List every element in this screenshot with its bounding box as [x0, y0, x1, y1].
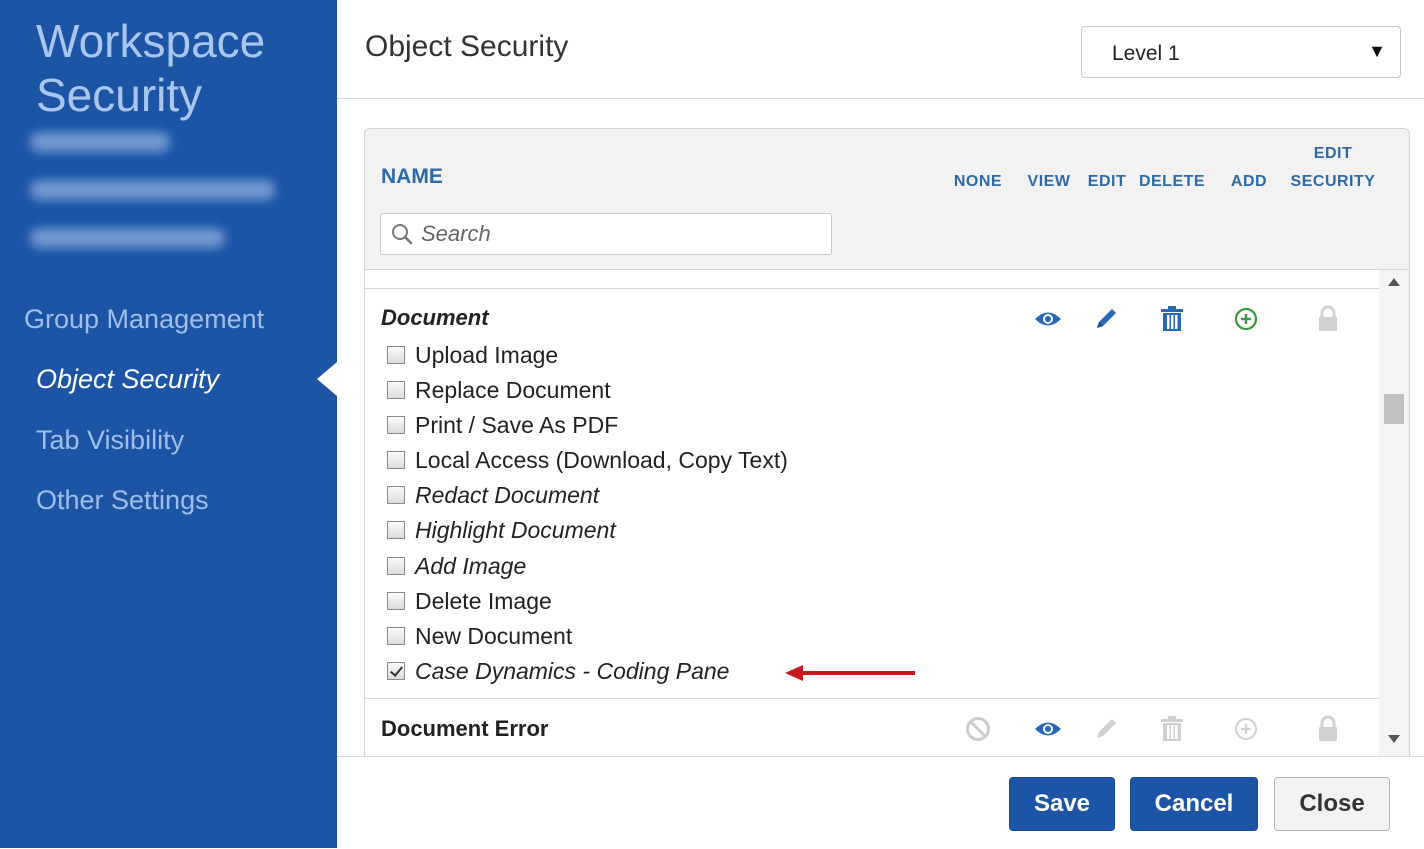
view-icon[interactable] — [1033, 714, 1063, 744]
permission-local-access[interactable]: Local Access (Download, Copy Text) — [387, 445, 788, 475]
scroll-down-arrow-icon[interactable] — [1388, 735, 1400, 743]
sidebar-title-line2: Security — [36, 69, 203, 121]
checkbox[interactable] — [387, 521, 405, 539]
annotation-arrow-icon — [785, 665, 915, 681]
permission-print-save-pdf[interactable]: Print / Save As PDF — [387, 410, 618, 440]
delete-trash-icon[interactable] — [1157, 714, 1187, 744]
cancel-button[interactable]: Cancel — [1130, 777, 1258, 831]
checkbox[interactable] — [387, 381, 405, 399]
checkbox[interactable] — [387, 557, 405, 575]
permissions-panel: NAME NONE VIEW EDIT DELETE ADD EDIT SECU… — [364, 128, 1410, 757]
permission-new-document[interactable]: New Document — [387, 621, 572, 651]
nav-group-management[interactable]: Group Management — [24, 304, 264, 335]
active-indicator — [317, 362, 337, 396]
column-name: NAME — [381, 165, 443, 188]
permission-highlight-document[interactable]: Highlight Document — [387, 515, 616, 545]
add-icon[interactable] — [1231, 304, 1261, 334]
column-edit-security: EDIT SECURITY — [1290, 145, 1376, 190]
column-edit: EDIT — [1087, 173, 1127, 190]
search-icon — [391, 223, 413, 250]
save-button[interactable]: Save — [1009, 777, 1115, 831]
page-title: Object Security — [365, 30, 569, 63]
edit-pencil-icon[interactable] — [1091, 304, 1121, 334]
checkbox[interactable] — [387, 451, 405, 469]
redacted-workspace-info — [30, 132, 275, 276]
section-title-document-error: Document Error — [381, 716, 549, 741]
permission-upload-image[interactable]: Upload Image — [387, 340, 558, 370]
edit-pencil-icon[interactable] — [1091, 714, 1121, 744]
search-input[interactable] — [419, 220, 823, 248]
section-divider — [365, 698, 1379, 699]
footer: Save Cancel Close — [337, 756, 1424, 849]
section-title-document: Document — [381, 305, 489, 330]
column-view: VIEW — [1027, 173, 1071, 190]
table-header: NAME NONE VIEW EDIT DELETE ADD EDIT SECU… — [365, 129, 1409, 270]
scroll-thumb[interactable] — [1384, 394, 1404, 424]
permission-replace-document[interactable]: Replace Document — [387, 375, 611, 405]
checkbox-checked[interactable] — [387, 662, 405, 680]
sidebar-title-line1: Workspace — [36, 15, 266, 67]
previous-row-partial — [365, 270, 1379, 289]
checkbox[interactable] — [387, 346, 405, 364]
edit-security-lock-icon[interactable] — [1313, 714, 1343, 744]
permission-delete-image[interactable]: Delete Image — [387, 586, 552, 616]
permission-case-dynamics-coding-pane[interactable]: Case Dynamics - Coding Pane — [387, 656, 729, 686]
list-scrollbar[interactable] — [1379, 270, 1409, 757]
permission-redact-document[interactable]: Redact Document — [387, 480, 599, 510]
sidebar: Workspace Security Group Management Obje… — [0, 0, 337, 848]
dropdown-arrow-icon: ▼ — [1368, 41, 1386, 61]
delete-trash-icon[interactable] — [1157, 304, 1187, 334]
checkbox[interactable] — [387, 627, 405, 645]
nav-other-settings[interactable]: Other Settings — [36, 485, 209, 516]
checkbox[interactable] — [387, 416, 405, 434]
scroll-up-arrow-icon[interactable] — [1388, 278, 1400, 286]
permissions-list: Document Upload Image Replace Document P… — [365, 270, 1379, 757]
close-button[interactable]: Close — [1274, 777, 1390, 831]
level-select[interactable]: Level 1 ▼ — [1081, 26, 1401, 78]
none-icon[interactable] — [963, 714, 993, 744]
checkbox[interactable] — [387, 486, 405, 504]
nav-object-security[interactable]: Object Security — [36, 364, 219, 395]
main-header: Object Security Level 1 ▼ — [337, 0, 1424, 99]
view-icon[interactable] — [1033, 304, 1063, 334]
sidebar-title: Workspace Security — [36, 14, 265, 122]
nav-tab-visibility[interactable]: Tab Visibility — [36, 425, 184, 456]
column-delete: DELETE — [1138, 173, 1206, 190]
checkbox[interactable] — [387, 592, 405, 610]
add-icon[interactable] — [1231, 714, 1261, 744]
level-select-value: Level 1 — [1112, 42, 1180, 65]
search-field[interactable] — [380, 213, 832, 255]
edit-security-lock-icon[interactable] — [1313, 304, 1343, 334]
column-add: ADD — [1230, 173, 1268, 190]
column-none: NONE — [953, 173, 1003, 190]
permission-add-image[interactable]: Add Image — [387, 551, 526, 581]
